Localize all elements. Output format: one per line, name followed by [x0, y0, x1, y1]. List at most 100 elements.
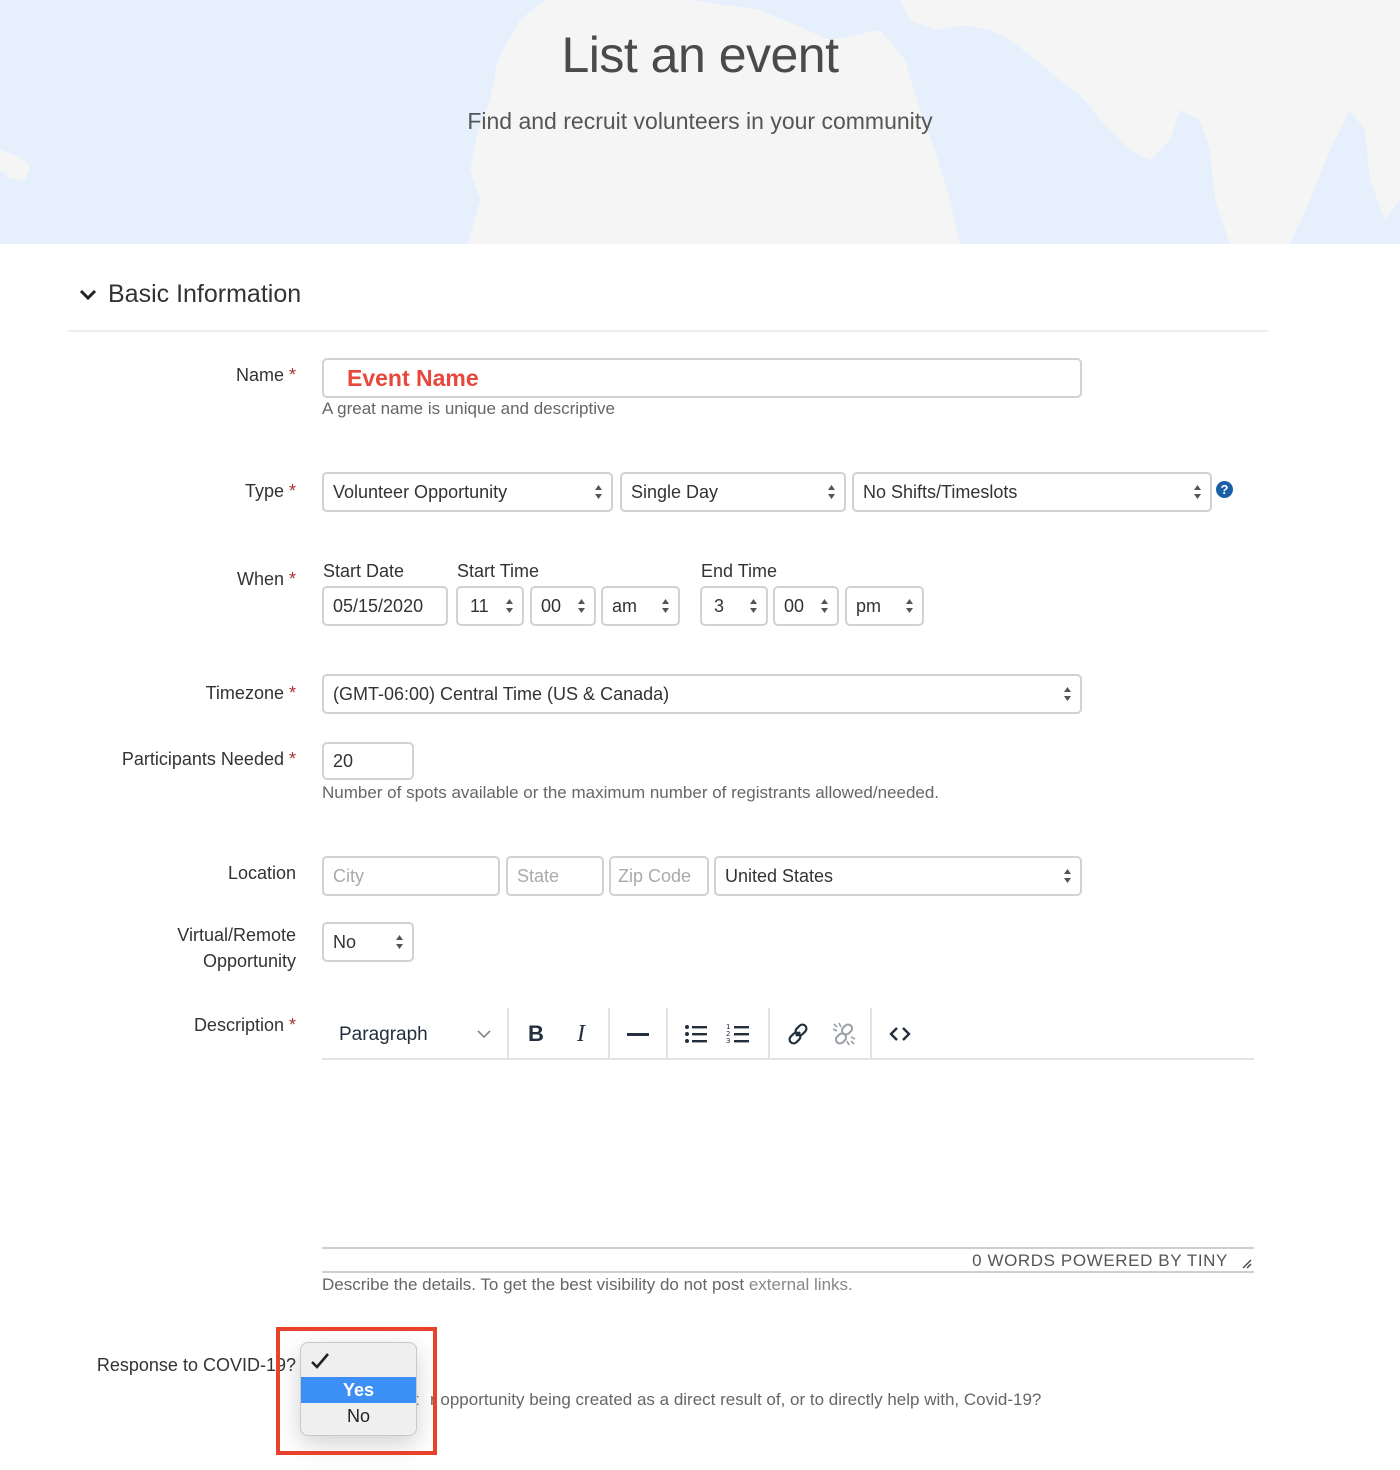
start-ampm-select[interactable]: am	[601, 586, 680, 626]
select-arrows-icon	[506, 599, 513, 613]
participants-label: Participants Needed *	[36, 749, 296, 770]
word-count: 0 WORDS POWERED BY TINY	[972, 1251, 1228, 1270]
page-subtitle: Find and recruit volunteers in your comm…	[467, 108, 933, 134]
country-select[interactable]: United States	[714, 856, 1082, 896]
select-arrows-icon	[750, 599, 757, 613]
chevron-down-icon	[477, 1030, 491, 1039]
resize-handle-icon[interactable]	[1240, 1257, 1252, 1269]
toolbar-separator	[608, 1008, 610, 1060]
required-marker: *	[288, 749, 296, 769]
toolbar-separator	[768, 1008, 770, 1060]
type-duration-value: Single Day	[631, 481, 719, 502]
virtual-label-line2: Opportunity	[202, 951, 296, 971]
end-ampm-value: pm	[856, 595, 882, 616]
type-label: Type *	[36, 481, 296, 502]
timezone-value: (GMT-06:00) Central Time (US & Canada)	[333, 683, 670, 704]
svg-text:3: 3	[726, 1037, 730, 1045]
name-label: Name *	[36, 365, 296, 386]
participants-help-text: Number of spots available or the maximum…	[322, 783, 940, 802]
toolbar-separator	[507, 1008, 509, 1060]
required-marker: *	[288, 365, 296, 385]
end-ampm-select[interactable]: pm	[845, 586, 924, 626]
numbered-list-button[interactable]: 123	[720, 1016, 756, 1052]
section-toggle-basic-information[interactable]: Basic Information	[78, 280, 301, 309]
end-hour-value: 3	[714, 595, 725, 616]
editor-statusbar: 0 WORDS POWERED BY TINY	[322, 1249, 1254, 1273]
bold-button[interactable]: B	[520, 1016, 552, 1052]
description-label-text: Description	[193, 1015, 284, 1035]
type-duration-select[interactable]: Single Day	[620, 472, 846, 512]
select-arrows-icon	[578, 599, 585, 613]
virtual-value: No	[333, 931, 357, 952]
description-help-text: Describe the details. To get the best vi…	[322, 1275, 853, 1295]
participants-input[interactable]: 20	[322, 742, 414, 780]
select-arrows-icon	[906, 599, 913, 613]
italic-icon: I	[577, 1020, 585, 1047]
start-minute-value: 00	[541, 595, 562, 616]
zip-code-input[interactable]: Zip Code	[609, 856, 709, 896]
covid-help-text: r opportunity being created as a direct …	[430, 1390, 1042, 1409]
start-minute-select[interactable]: 00	[530, 586, 596, 626]
horizontal-line-button[interactable]	[620, 1016, 656, 1052]
question-circle-icon[interactable]: ?	[1216, 481, 1233, 498]
timezone-label: Timezone *	[36, 683, 296, 704]
event-name-input[interactable]: Event Name	[322, 358, 1082, 398]
type-category-value: Volunteer Opportunity	[333, 481, 508, 502]
editor-content-area[interactable]	[322, 1060, 1254, 1247]
select-arrows-icon	[821, 599, 828, 613]
bullet-list-icon	[685, 1025, 707, 1043]
required-marker: *	[288, 1015, 296, 1035]
end-minute-value: 00	[784, 595, 805, 616]
annotation-highlight-box	[276, 1327, 437, 1455]
name-help-text: A great name is unique and descriptive	[322, 399, 615, 418]
select-arrows-icon	[1194, 485, 1201, 499]
end-hour-select[interactable]: 3	[700, 586, 768, 626]
timezone-select[interactable]: (GMT-06:00) Central Time (US & Canada)	[322, 674, 1082, 714]
select-arrows-icon	[662, 599, 669, 613]
page-title: List an event	[561, 27, 839, 83]
link-icon	[788, 1023, 808, 1045]
select-arrows-icon	[828, 485, 835, 499]
block-format-value: Paragraph	[339, 1024, 428, 1045]
remove-link-button[interactable]	[826, 1016, 862, 1052]
type-shifts-value: No Shifts/Timeslots	[863, 481, 1018, 502]
start-ampm-value: am	[612, 595, 638, 616]
start-date-label: Start Date	[323, 561, 405, 581]
toolbar-separator	[870, 1008, 872, 1060]
start-hour-select[interactable]: 11	[456, 586, 524, 626]
block-format-dropdown[interactable]: Paragraph	[322, 1008, 507, 1060]
type-category-select[interactable]: Volunteer Opportunity	[322, 472, 613, 512]
when-label-text: When	[236, 569, 284, 589]
start-date-input[interactable]: 05/15/2020	[322, 586, 448, 626]
numbered-list-icon: 123	[726, 1023, 749, 1045]
unlink-icon	[832, 1022, 856, 1046]
source-code-button[interactable]	[882, 1016, 918, 1052]
required-marker: *	[288, 683, 296, 703]
section-title: Basic Information	[108, 280, 302, 308]
italic-button[interactable]: I	[565, 1016, 597, 1052]
select-arrows-icon	[1064, 687, 1071, 701]
participants-label-text: Participants Needed	[121, 749, 284, 769]
section-divider	[68, 330, 1268, 332]
external-links-link[interactable]: external links.	[749, 1275, 853, 1294]
covid-label: Response to COVID-19?	[96, 1355, 296, 1375]
virtual-label: Virtual/Remote Opportunity	[36, 922, 296, 974]
horizontal-line-icon	[627, 1033, 649, 1036]
hero-banner: List an event Find and recruit volunteer…	[0, 0, 1400, 244]
when-label: When *	[36, 569, 296, 590]
virtual-label-line1: Virtual/Remote	[177, 925, 296, 945]
city-input[interactable]: City	[322, 856, 500, 896]
name-label-text: Name	[235, 365, 284, 385]
toolbar-separator	[666, 1008, 668, 1060]
bullet-list-button[interactable]	[678, 1016, 714, 1052]
country-value: United States	[725, 865, 834, 886]
virtual-select[interactable]: No	[322, 922, 414, 962]
end-minute-select[interactable]: 00	[773, 586, 839, 626]
insert-link-button[interactable]	[780, 1016, 816, 1052]
timezone-label-text: Timezone	[205, 683, 284, 703]
type-label-text: Type	[244, 481, 284, 501]
state-input[interactable]: State	[506, 856, 604, 896]
bold-icon: B	[528, 1021, 544, 1046]
start-hour-value: 11	[470, 595, 489, 616]
type-shifts-select[interactable]: No Shifts/Timeslots	[852, 472, 1212, 512]
